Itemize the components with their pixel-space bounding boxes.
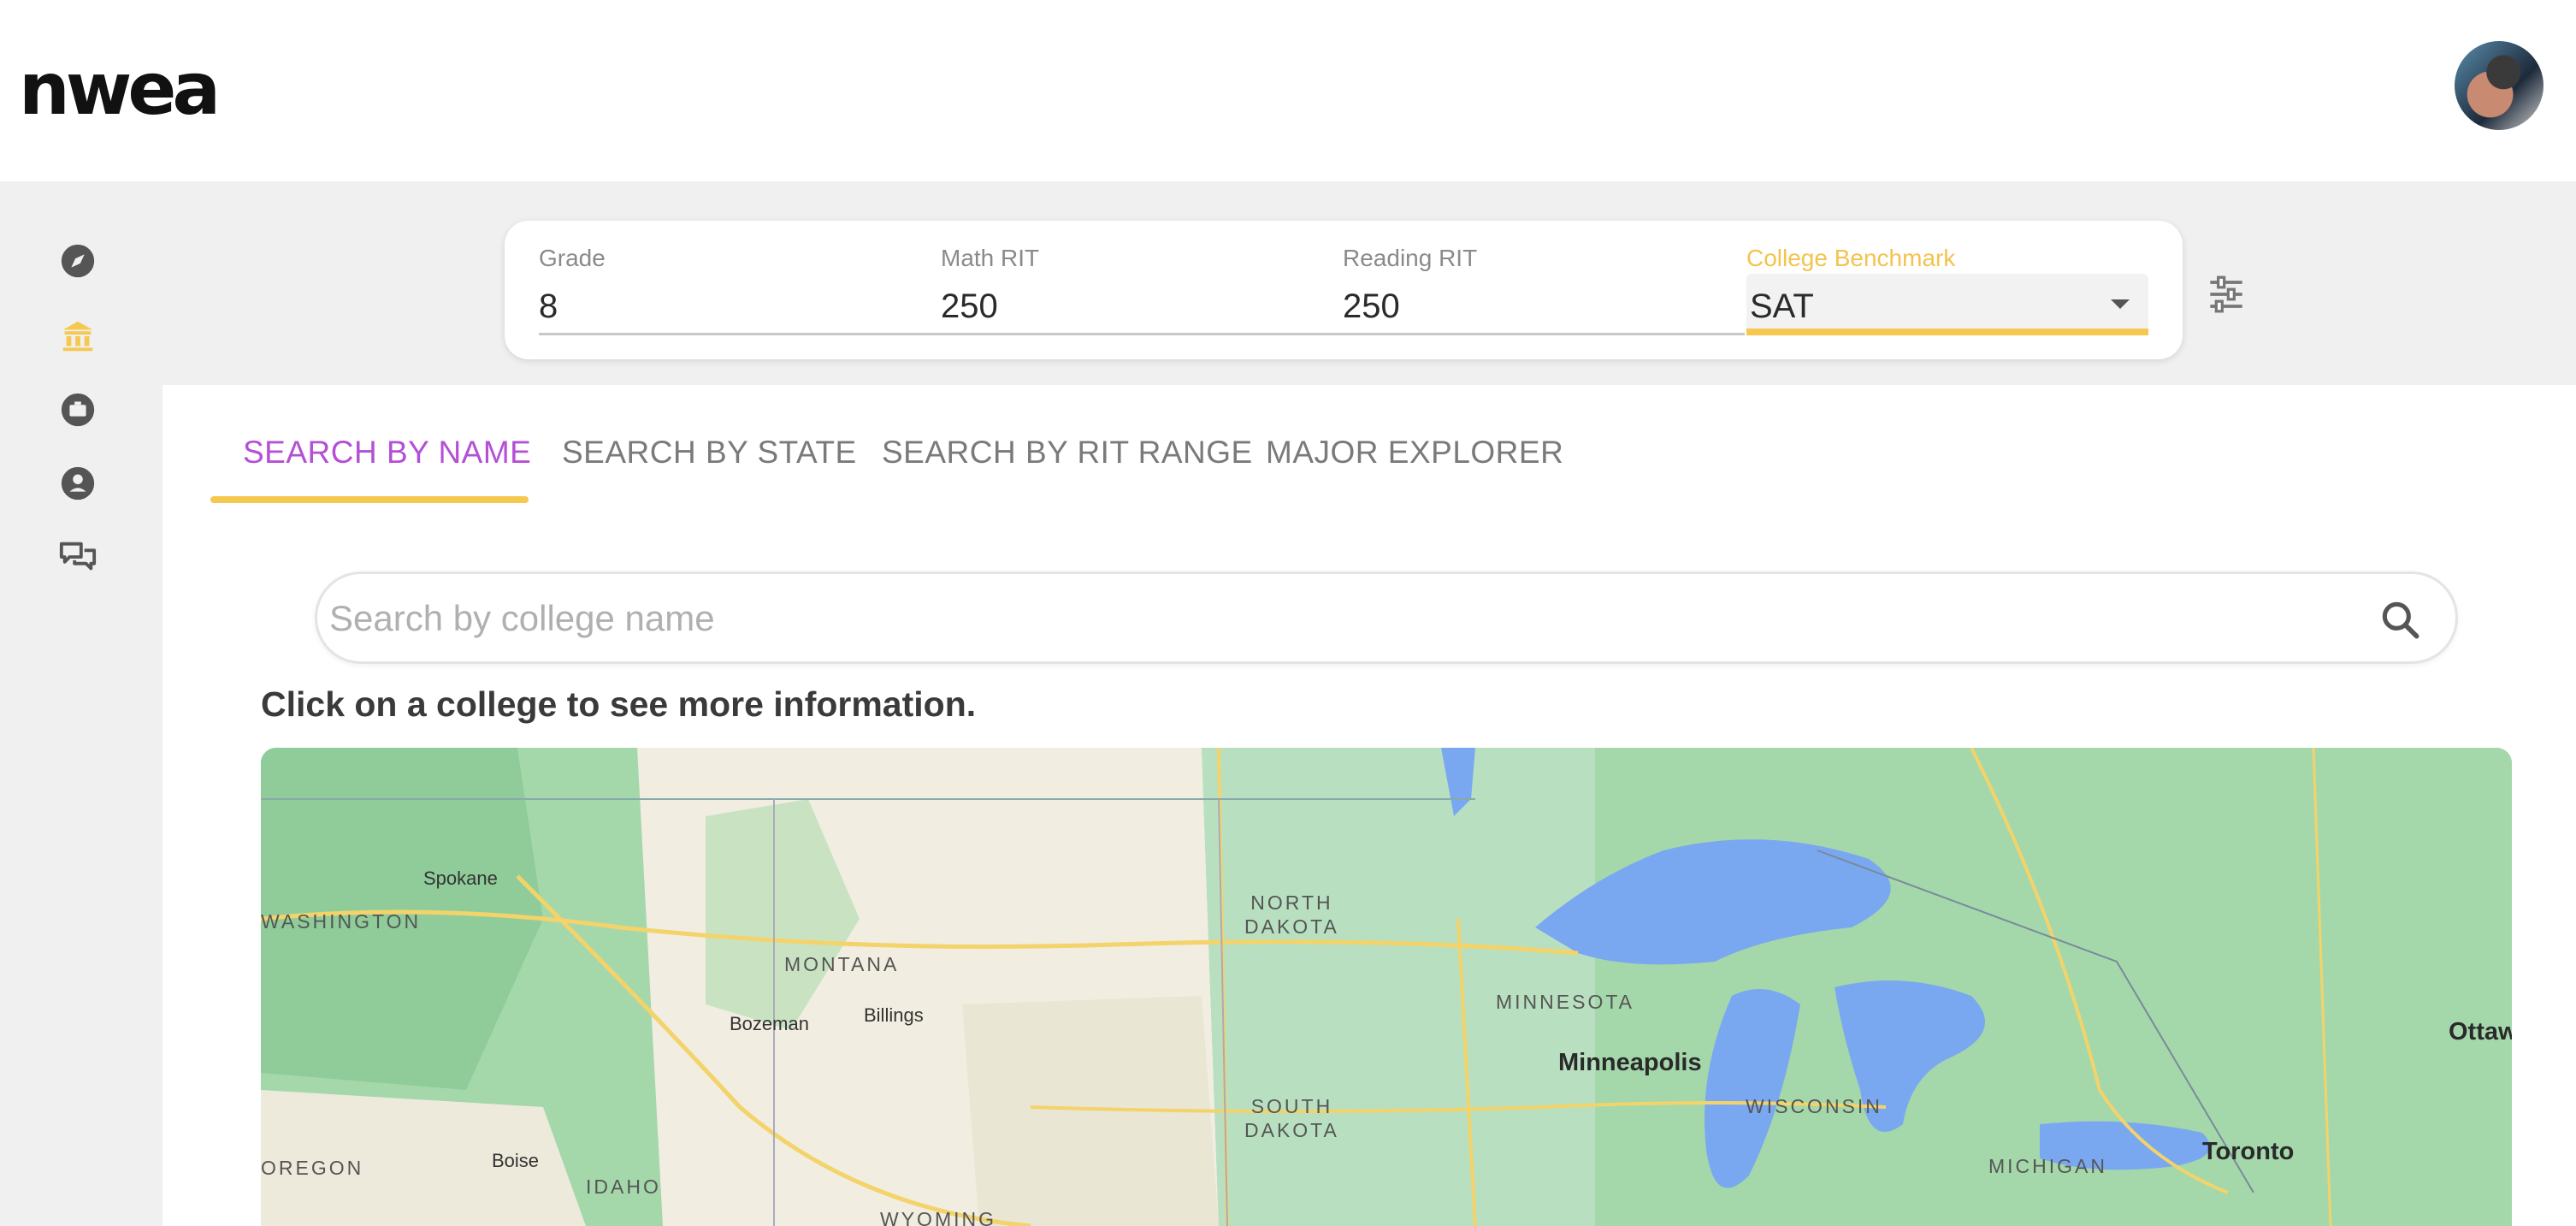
college-benchmark-select[interactable]: College Benchmark SAT — [1746, 240, 2148, 335]
sidebar — [0, 181, 162, 1226]
tab-search-by-name[interactable]: SEARCH BY NAME — [243, 419, 531, 488]
reading-rit-field[interactable]: Reading RIT 250 — [1343, 240, 1745, 335]
map-city-label: Spokane — [423, 868, 498, 889]
person-circle-icon — [61, 466, 95, 500]
college-benchmark-underline — [1746, 329, 2148, 335]
college-search-box[interactable] — [315, 572, 2458, 664]
tab-major-explorer[interactable]: MAJOR EXPLORER — [1266, 419, 1563, 488]
dropdown-caret-icon[interactable] — [2111, 299, 2130, 309]
top-bar: nwea — [0, 0, 2576, 181]
map-state-label: NORTH DAKOTA — [1244, 891, 1339, 938]
sidebar-item-chat[interactable] — [53, 532, 103, 582]
math-rit-field[interactable]: Math RIT 250 — [941, 240, 1343, 335]
map-instruction-text: Click on a college to see more informati… — [261, 684, 977, 724]
grade-value[interactable]: 8 — [539, 287, 558, 326]
grade-label: Grade — [539, 245, 606, 271]
nwea-logo[interactable]: nwea — [19, 53, 221, 125]
compass-icon — [61, 244, 95, 278]
map-state-label: MONTANA — [784, 953, 900, 975]
map-state-label: MICHIGAN — [1988, 1155, 2107, 1177]
map-state-label: WYOMING — [880, 1208, 996, 1226]
map-city-label: Boise — [492, 1150, 540, 1171]
map-state-label: MINNESOTA — [1496, 991, 1635, 1013]
college-benchmark-value[interactable]: SAT — [1750, 287, 1814, 326]
active-tab-indicator — [210, 496, 529, 503]
map-canvas[interactable] — [261, 748, 2512, 1226]
briefcase-icon — [61, 393, 95, 427]
map-state-label: WASHINGTON — [261, 910, 422, 933]
map-city-label: Toronto — [2202, 1138, 2295, 1165]
college-search-input[interactable] — [329, 591, 2296, 646]
grade-field[interactable]: Grade 8 — [539, 240, 941, 335]
reading-rit-label: Reading RIT — [1343, 245, 1478, 271]
reading-rit-underline — [1343, 333, 1745, 335]
sidebar-item-compass[interactable] — [53, 236, 103, 286]
tab-search-by-state[interactable]: SEARCH BY STATE — [562, 419, 857, 488]
sidebar-item-profile[interactable] — [53, 459, 103, 508]
map-city-label: Bozeman — [730, 1013, 809, 1034]
map-state-label: SOUTH DAKOTA — [1244, 1095, 1339, 1141]
math-rit-value[interactable]: 250 — [941, 287, 998, 326]
tab-search-by-rit-range[interactable]: SEARCH BY RIT RANGE — [882, 419, 1253, 488]
college-map[interactable]: Spokane Bozeman Billings Minneapolis Tor… — [261, 748, 2512, 1226]
map-city-label: Billings — [864, 1004, 924, 1026]
map-state-label: WISCONSIN — [1746, 1095, 1882, 1117]
grade-underline — [539, 333, 941, 335]
user-avatar[interactable] — [2455, 41, 2544, 130]
map-city-label: Ottawa — [2449, 1018, 2512, 1045]
search-icon[interactable] — [2377, 596, 2425, 644]
reading-rit-value[interactable]: 250 — [1343, 287, 1400, 326]
student-filters-card: Grade 8 Math RIT 250 Reading RIT 250 Col… — [505, 221, 2183, 359]
math-rit-label: Math RIT — [941, 245, 1040, 271]
sidebar-item-careers[interactable] — [53, 385, 103, 435]
map-state-label: IDAHO — [586, 1176, 661, 1198]
map-city-label: Minneapolis — [1558, 1049, 1702, 1076]
college-benchmark-label: College Benchmark — [1746, 245, 1956, 271]
filter-settings-button[interactable] — [2202, 270, 2250, 318]
sliders-icon — [2210, 275, 2242, 313]
math-rit-underline — [941, 333, 1343, 335]
college-building-icon — [62, 321, 93, 352]
sidebar-item-colleges[interactable] — [53, 311, 103, 361]
chat-bubbles-icon — [59, 542, 97, 571]
map-state-label: OREGON — [261, 1157, 364, 1179]
